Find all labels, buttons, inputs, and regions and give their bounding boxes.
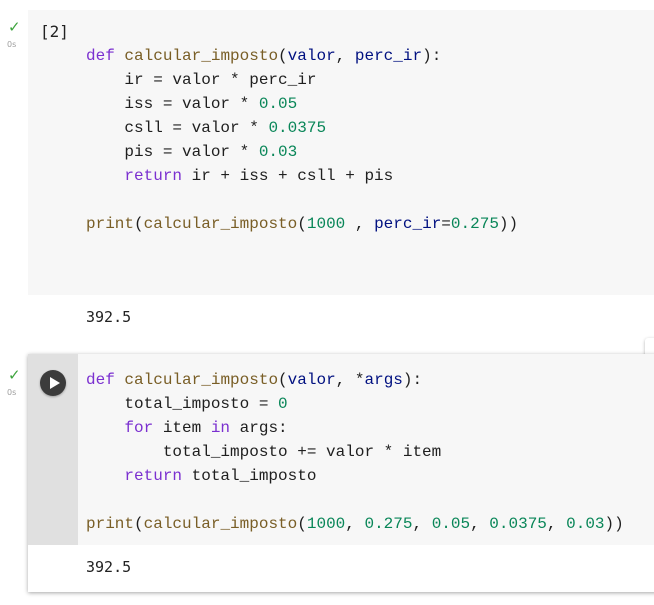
check-icon: ✓ <box>8 366 21 384</box>
code-cell-1[interactable]: ✓ 0s [2] def calcular_imposto(valor, per… <box>0 0 654 340</box>
code-line: print(calcular_imposto(1000, 0.275, 0.05… <box>86 515 624 533</box>
code-line: print(calcular_imposto(1000 , perc_ir=0.… <box>86 215 519 233</box>
code-line: iss = valor * 0.05 <box>86 95 298 113</box>
code-line: ir = valor * perc_ir <box>86 71 317 89</box>
execution-duration: 0s <box>7 388 17 397</box>
execution-duration: 0s <box>7 40 17 49</box>
run-cell-button[interactable] <box>40 370 66 396</box>
execution-count: [2] <box>40 22 69 41</box>
code-line: total_imposto += valor * item <box>86 443 442 461</box>
code-line: def calcular_imposto(valor, perc_ir): <box>86 47 442 65</box>
code-line: total_imposto = 0 <box>86 395 288 413</box>
code-line: return ir + iss + csll + pis <box>124 167 394 185</box>
cell-output-1: 392.5 <box>86 308 132 326</box>
code-line: for item in args: <box>124 419 288 437</box>
code-block-1[interactable]: def calcular_imposto(valor, perc_ir): ir… <box>86 44 518 236</box>
code-line: return total_imposto <box>124 467 317 485</box>
play-icon <box>49 377 60 389</box>
code-line: pis = valor * 0.03 <box>86 143 298 161</box>
code-line: csll = valor * 0.0375 <box>86 119 327 137</box>
cell-output-2: 392.5 <box>86 558 132 576</box>
code-block-2[interactable]: def calcular_imposto(valor, *args): tota… <box>86 368 624 536</box>
check-icon: ✓ <box>8 18 21 36</box>
code-line: def calcular_imposto(valor, *args): <box>86 371 423 389</box>
